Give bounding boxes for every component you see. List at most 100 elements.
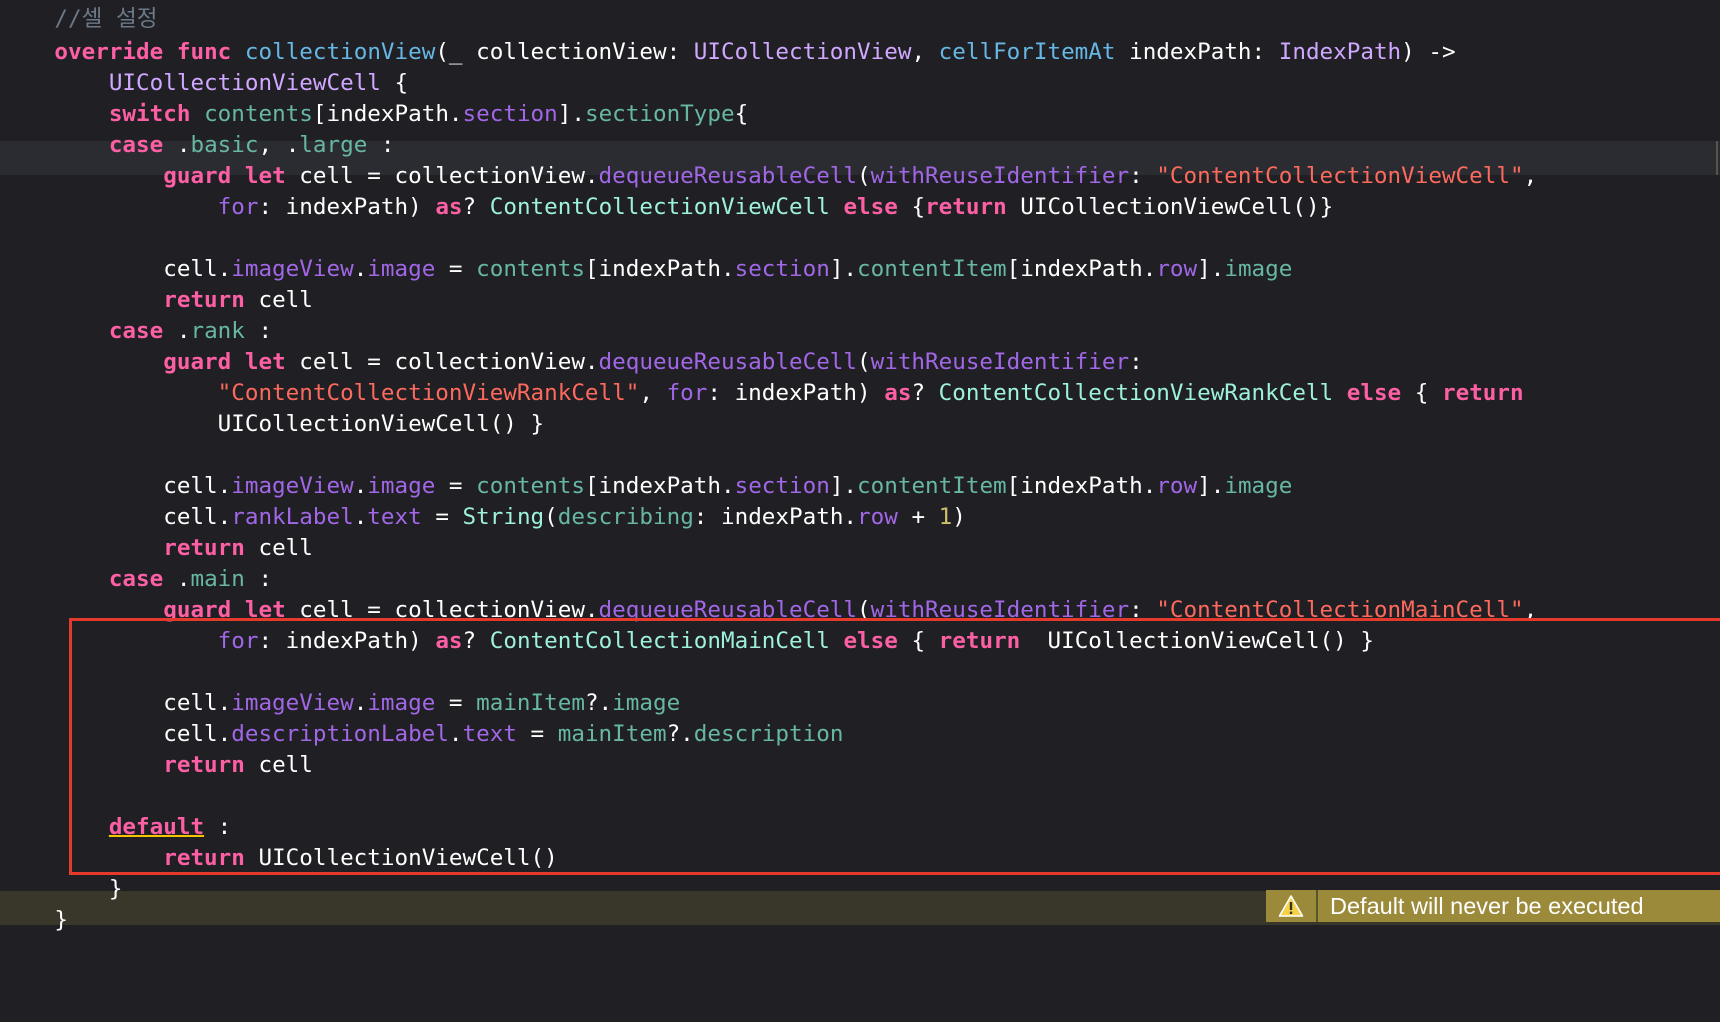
code-token: ) [952,504,966,530]
code-line[interactable]: guard let cell = collectionView.dequeueR… [0,159,1537,193]
code-token: ? [911,380,939,406]
code-token: cellForItemAt [938,39,1116,65]
code-token: let [244,349,286,375]
code-token: : [367,132,395,158]
code-token: , [639,380,667,406]
code-line[interactable]: cell.imageView.image = contents[indexPat… [0,252,1292,286]
code-token: UICollectionViewCell()} [1006,194,1334,220]
code-line[interactable]: return cell [0,283,313,317]
code-token: ]. [829,256,858,282]
code-token: case [108,132,164,158]
code-token: section [734,473,830,499]
code-line[interactable]: return cell [0,531,313,565]
code-line[interactable]: } [0,903,68,937]
code-token: cell [244,287,313,313]
code-token: { [380,70,409,96]
code-token: : [244,318,273,344]
code-token: //셀 설정 [54,6,158,32]
code-line[interactable]: case .main : [0,562,272,596]
code-token: : indexPath. [693,504,858,530]
code-token: ( [857,163,871,189]
code-line[interactable]: cell.rankLabel.text = String(describing:… [0,500,966,534]
code-line[interactable]: switch contents[indexPath.section].secti… [0,97,748,131]
code-token: image [367,256,436,282]
code-token: UICollectionViewCell [108,70,381,96]
code-token: (_ collectionView: [435,39,694,65]
code-token: case [108,318,164,344]
code-line[interactable]: override func collectionView(_ collectio… [0,35,1456,69]
code-token: UICollectionView [693,39,912,65]
code-line[interactable]: cell.imageView.image = contents[indexPat… [0,469,1292,503]
code-token: ( [544,504,558,530]
code-token: rankLabel [231,504,354,530]
code-token: image [367,473,436,499]
code-line[interactable]: UICollectionViewCell() } [0,407,544,441]
code-token: large [299,132,368,158]
code-line[interactable]: } [0,872,123,906]
code-token: , [911,39,939,65]
code-token: func [176,39,232,65]
code-token: : [1129,163,1157,189]
code-line[interactable]: for: indexPath) as? ContentCollectionVie… [0,190,1334,224]
code-token: "ContentCollectionViewCell" [1156,163,1524,189]
code-token: [indexPath. [1006,256,1157,282]
code-line[interactable]: case .basic, .large : [0,128,395,162]
warning-icon-container [1266,890,1318,922]
code-token: ContentCollectionViewCell [489,194,830,220]
warning-badge[interactable]: Default will never be executed [1266,890,1720,922]
code-token: basic [190,132,259,158]
code-line[interactable]: case .rank : [0,314,272,348]
code-token: return [163,287,245,313]
code-token: . [353,256,368,282]
code-token: main [190,566,245,592]
code-token: dequeueReusableCell [598,163,857,189]
code-line[interactable]: //셀 설정 [0,2,158,36]
code-token: dequeueReusableCell [598,349,857,375]
code-token: imageView [231,473,354,499]
code-editor[interactable]: //셀 설정 override func collectionView(_ co… [0,0,1720,1022]
code-token: IndexPath [1278,39,1402,65]
code-token: cell. [0,256,232,282]
code-token: case [108,566,164,592]
code-token: + [897,504,939,530]
code-token: String [462,504,545,530]
code-token: indexPath: [1115,39,1279,65]
code-token: withReuseIdentifier [870,163,1130,189]
code-token: contents [476,256,585,282]
code-token: as [884,380,912,406]
code-line[interactable]: guard let cell = collectionView.dequeueR… [0,345,1142,379]
code-token: { [1401,380,1442,406]
code-token: row [1156,473,1198,499]
code-line[interactable]: "ContentCollectionViewRankCell", for: in… [0,376,1524,410]
code-token: [indexPath. [1006,473,1157,499]
code-token: else [1346,380,1402,406]
code-token: cell. [0,504,232,530]
code-token: . [163,318,191,344]
code-token: cell. [0,473,232,499]
code-token: ( [857,349,871,375]
code-token: , . [258,132,300,158]
code-token: sectionType [584,101,735,127]
code-token: image [1224,473,1293,499]
code-token: : [244,566,273,592]
warning-triangle-icon [1278,895,1304,917]
code-token: row [857,504,898,530]
code-token: ) -> [1401,39,1456,65]
code-token: let [244,163,286,189]
code-token: : indexPath) [707,380,885,406]
code-token: : indexPath) [258,194,436,220]
code-line[interactable]: UICollectionViewCell { [0,66,408,100]
